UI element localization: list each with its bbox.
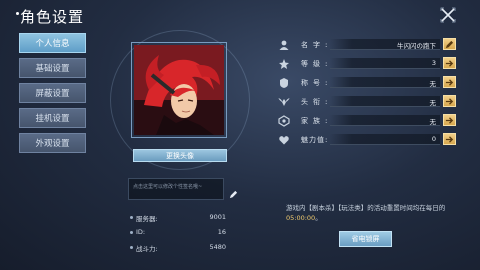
sidebar-item-idle-settings[interactable]: 挂机设置 <box>19 108 86 128</box>
signature-input[interactable]: 点击这里可以修改个性签名哦~ <box>128 178 224 200</box>
family-detail-button[interactable] <box>443 114 456 126</box>
charm-field: 0 <box>330 134 440 145</box>
arrow-right-icon <box>445 135 454 143</box>
rank-detail-button[interactable] <box>443 95 456 107</box>
info-row-rank: 头衔: 无 <box>278 95 458 109</box>
close-icon[interactable] <box>440 7 456 23</box>
notice-time: 05:00:00 <box>286 214 316 222</box>
title-bullet <box>16 12 19 15</box>
avatar[interactable] <box>134 45 224 135</box>
page-title: 角色设置 <box>20 8 85 26</box>
change-avatar-button[interactable]: 更换头像 <box>133 149 227 162</box>
power-save-lock-button[interactable]: 省电锁屏 <box>339 231 392 247</box>
info-row-title: 称号: 无 <box>278 76 458 90</box>
title-crest-icon <box>278 77 290 89</box>
bullet-icon <box>130 231 133 234</box>
stat-server: 服务器: 9001 <box>130 213 226 223</box>
sidebar-item-block-settings[interactable]: 屏蔽设置 <box>19 83 86 103</box>
stat-label: 服务器: <box>136 215 158 223</box>
sidebar-item-appearance-settings[interactable]: 外观设置 <box>19 133 86 153</box>
sidebar-item-label: 屏蔽设置 <box>35 89 70 99</box>
level-field: 3 <box>330 58 440 69</box>
pencil-icon[interactable] <box>229 190 238 199</box>
reset-notice: 游戏内【剧本杀】【玩法类】的活动重置时间均在每日的 05:00:00。 <box>286 203 456 223</box>
info-label: 家族: <box>301 117 333 125</box>
stat-label: 战斗力: <box>136 245 158 253</box>
title-detail-button[interactable] <box>443 76 456 88</box>
level-value: 3 <box>431 59 436 67</box>
sidebar-item-label: 个人信息 <box>35 39 70 49</box>
person-icon <box>278 39 290 51</box>
info-row-level: 等级: 3 <box>278 57 458 71</box>
title-value: 无 <box>429 80 437 88</box>
sidebar-item-label: 基础设置 <box>35 64 70 74</box>
stat-value: 9001 <box>209 213 226 221</box>
info-label: 头衔: <box>301 98 333 106</box>
info-row-name: 名字: 牛闪闪の跑下 <box>278 38 458 52</box>
rank-value: 无 <box>429 99 437 107</box>
level-detail-button[interactable] <box>443 57 456 69</box>
info-row-family: 家族: 无 <box>278 114 458 128</box>
title-field: 无 <box>330 77 440 88</box>
level-star-icon <box>278 58 290 70</box>
name-field: 牛闪闪の跑下 <box>330 39 440 50</box>
arrow-right-icon <box>445 78 454 86</box>
info-label: 名字: <box>301 41 333 49</box>
charm-value: 0 <box>431 135 436 143</box>
sidebar-item-basic-settings[interactable]: 基础设置 <box>19 58 86 78</box>
info-label: 等级: <box>301 60 333 68</box>
stat-value: 5480 <box>209 243 226 251</box>
pencil-icon <box>445 40 454 48</box>
stat-id: ID: 16 <box>130 228 226 238</box>
arrow-right-icon <box>445 116 454 124</box>
stat-value: 16 <box>217 228 226 236</box>
arrow-right-icon <box>445 59 454 67</box>
sidebar-item-label: 挂机设置 <box>35 114 70 124</box>
family-field: 无 <box>330 115 440 126</box>
sidebar: 个人信息 基础设置 屏蔽设置 挂机设置 外观设置 <box>19 33 86 158</box>
name-value: 牛闪闪の跑下 <box>397 42 436 50</box>
stat-combat-power: 战斗力: 5480 <box>130 243 226 253</box>
sidebar-item-personal-info[interactable]: 个人信息 <box>19 33 86 53</box>
info-row-charm: 魅力值: 0 <box>278 133 458 147</box>
sidebar-item-label: 外观设置 <box>35 139 70 149</box>
family-value: 无 <box>429 118 437 126</box>
charm-heart-icon <box>278 134 290 146</box>
arrow-right-icon <box>445 97 454 105</box>
rank-wings-icon <box>278 96 290 108</box>
notice-text: 游戏内【剧本杀】【玩法类】的活动重置时间均在每日的 <box>286 204 446 212</box>
stat-label: ID: <box>136 228 146 236</box>
family-emblem-icon <box>278 115 290 127</box>
bullet-icon <box>130 246 133 249</box>
bullet-icon <box>130 216 133 219</box>
info-label: 称号: <box>301 79 333 87</box>
rank-field: 无 <box>330 96 440 107</box>
info-label: 魅力值: <box>301 136 329 144</box>
edit-name-button[interactable] <box>443 38 456 50</box>
notice-suffix: 。 <box>315 214 322 222</box>
charm-detail-button[interactable] <box>443 133 456 145</box>
